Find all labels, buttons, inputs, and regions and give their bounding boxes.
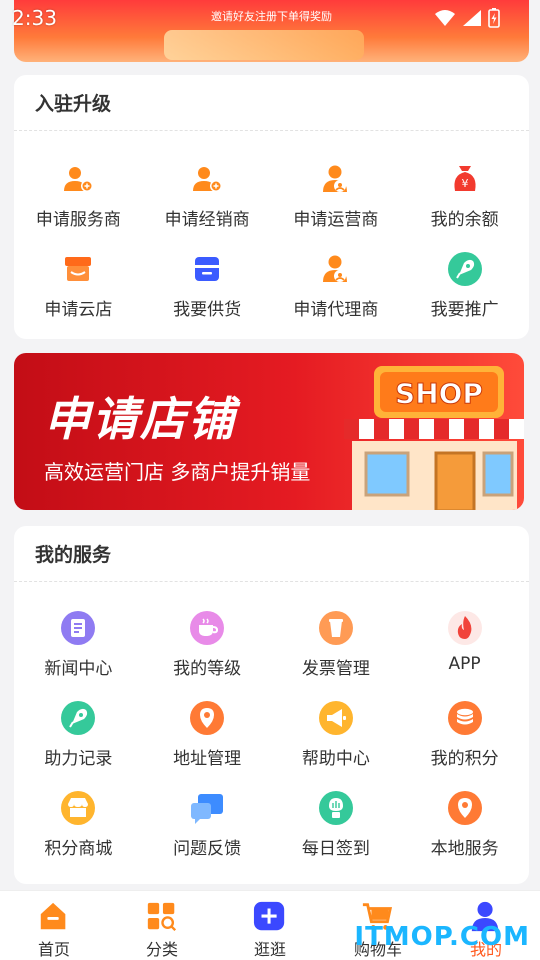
rocket-icon bbox=[447, 251, 483, 287]
upgrade-item-label: 申请经销商 bbox=[164, 210, 250, 230]
user-badge-icon bbox=[318, 251, 354, 287]
services-item[interactable]: 帮助中心 bbox=[272, 700, 401, 769]
shop-banner-title: 申请店铺 bbox=[44, 392, 236, 446]
services-item-label: 本地服务 bbox=[430, 839, 499, 859]
status-icons bbox=[434, 8, 500, 28]
services-item[interactable]: 我的积分 bbox=[400, 700, 529, 769]
upgrade-item[interactable]: 申请经销商 bbox=[143, 161, 272, 230]
upgrade-item-label: 申请代理商 bbox=[293, 300, 379, 320]
services-item[interactable]: 积分商城 bbox=[14, 790, 143, 859]
services-item-label: 问题反馈 bbox=[173, 839, 242, 859]
user-plus-icon bbox=[189, 161, 225, 197]
services-item[interactable]: 助力记录 bbox=[14, 700, 143, 769]
services-item[interactable]: 问题反馈 bbox=[143, 790, 272, 859]
flame-icon bbox=[447, 610, 483, 646]
storefront-illustration: SHOP bbox=[344, 366, 524, 510]
user-plus-icon bbox=[60, 161, 96, 197]
tab-label: 分类 bbox=[145, 940, 178, 959]
shop-sign-text: SHOP bbox=[395, 377, 483, 410]
services-item[interactable]: 新闻中心 bbox=[14, 610, 143, 679]
coins-icon bbox=[447, 700, 483, 736]
signal-icon bbox=[463, 10, 481, 26]
chat-icon bbox=[189, 790, 225, 826]
services-item-label: 我的积分 bbox=[430, 749, 499, 769]
tab-label: 逛逛 bbox=[253, 940, 286, 959]
megaphone-icon bbox=[318, 700, 354, 736]
wifi-icon bbox=[435, 10, 455, 26]
category-icon bbox=[145, 900, 179, 934]
upgrade-item[interactable]: 申请云店 bbox=[14, 251, 143, 320]
rocket-icon bbox=[60, 700, 96, 736]
watermark-text: ITMOP.COM bbox=[354, 922, 530, 952]
services-item-label: 新闻中心 bbox=[44, 659, 113, 679]
tab-label: 首页 bbox=[37, 940, 70, 959]
upgrade-item[interactable]: 申请服务商 bbox=[14, 161, 143, 230]
upgrade-item[interactable]: 我要供货 bbox=[143, 251, 272, 320]
services-card-title: 我的服务 bbox=[14, 526, 529, 582]
services-item[interactable]: 本地服务 bbox=[400, 790, 529, 859]
battery-icon bbox=[488, 8, 500, 28]
location-pin-icon bbox=[447, 790, 483, 826]
cup-icon bbox=[189, 610, 225, 646]
upgrade-item-label: 申请云店 bbox=[44, 300, 113, 320]
upgrade-item-label: 申请运营商 bbox=[293, 210, 379, 230]
upgrade-card: 入驻升级 申请服务商 申请经销商 申请运营商 ¥ 我的余额申请云店 我要供货 申请代理商 我要… bbox=[14, 75, 529, 339]
upgrade-card-title: 入驻升级 bbox=[14, 75, 529, 131]
upgrade-item[interactable]: 申请代理商 bbox=[272, 251, 401, 320]
services-card: 我的服务 新闻中心 我的等级 发票管理 APP 助力记录 地址管理 帮助中心 我的积分积分商城… bbox=[14, 526, 529, 884]
upgrade-grid: 申请服务商 申请经销商 申请运营商 ¥ 我的余额申请云店 我要供货 申请代理商 我要推广 bbox=[14, 131, 529, 320]
box-icon bbox=[189, 251, 225, 287]
services-grid: 新闻中心 我的等级 发票管理 APP 助力记录 地址管理 帮助中心 我的积分积分商城 问题反馈 每… bbox=[14, 582, 529, 859]
home-icon bbox=[37, 900, 71, 934]
services-item-label: 每日签到 bbox=[301, 839, 370, 859]
shop-icon bbox=[60, 790, 96, 826]
services-item-label: 帮助中心 bbox=[301, 749, 370, 769]
money-bag-icon: ¥ bbox=[447, 161, 483, 197]
services-item-label: APP bbox=[448, 654, 481, 674]
invoice-icon bbox=[318, 610, 354, 646]
plus-icon bbox=[253, 900, 287, 934]
status-time: 2:33 bbox=[12, 6, 57, 30]
checkin-icon bbox=[318, 790, 354, 826]
apply-shop-banner[interactable]: 申请店铺 高效运营门店 多商户提升销量 SHOP bbox=[14, 353, 524, 510]
upgrade-item-label: 我的余额 bbox=[430, 210, 499, 230]
tab-category[interactable]: 分类 bbox=[108, 891, 216, 960]
services-item[interactable]: APP bbox=[400, 610, 529, 679]
upgrade-item-label: 申请服务商 bbox=[35, 210, 121, 230]
services-item-label: 我的等级 bbox=[173, 659, 242, 679]
upgrade-item[interactable]: 我要推广 bbox=[400, 251, 529, 320]
status-bar: 2:33 bbox=[0, 0, 540, 36]
tab-plus[interactable]: 逛逛 bbox=[216, 891, 324, 960]
services-item-label: 助力记录 bbox=[44, 749, 113, 769]
services-item-label: 地址管理 bbox=[173, 749, 242, 769]
services-item-label: 积分商城 bbox=[44, 839, 113, 859]
tab-home[interactable]: 首页 bbox=[0, 891, 108, 960]
svg-text:¥: ¥ bbox=[461, 177, 468, 190]
services-item-label: 发票管理 bbox=[301, 659, 370, 679]
news-icon bbox=[60, 610, 96, 646]
services-item[interactable]: 地址管理 bbox=[143, 700, 272, 769]
upgrade-item[interactable]: ¥ 我的余额 bbox=[400, 161, 529, 230]
upgrade-item-label: 我要供货 bbox=[173, 300, 242, 320]
services-item[interactable]: 我的等级 bbox=[143, 610, 272, 679]
upgrade-item[interactable]: 申请运营商 bbox=[272, 161, 401, 230]
upgrade-item-label: 我要推广 bbox=[430, 300, 499, 320]
user-badge-icon bbox=[318, 161, 354, 197]
location-pin-icon bbox=[189, 700, 225, 736]
store-icon bbox=[60, 251, 96, 287]
services-item[interactable]: 每日签到 bbox=[272, 790, 401, 859]
shop-banner-subtitle: 高效运营门店 多商户提升销量 bbox=[44, 460, 311, 484]
services-item[interactable]: 发票管理 bbox=[272, 610, 401, 679]
